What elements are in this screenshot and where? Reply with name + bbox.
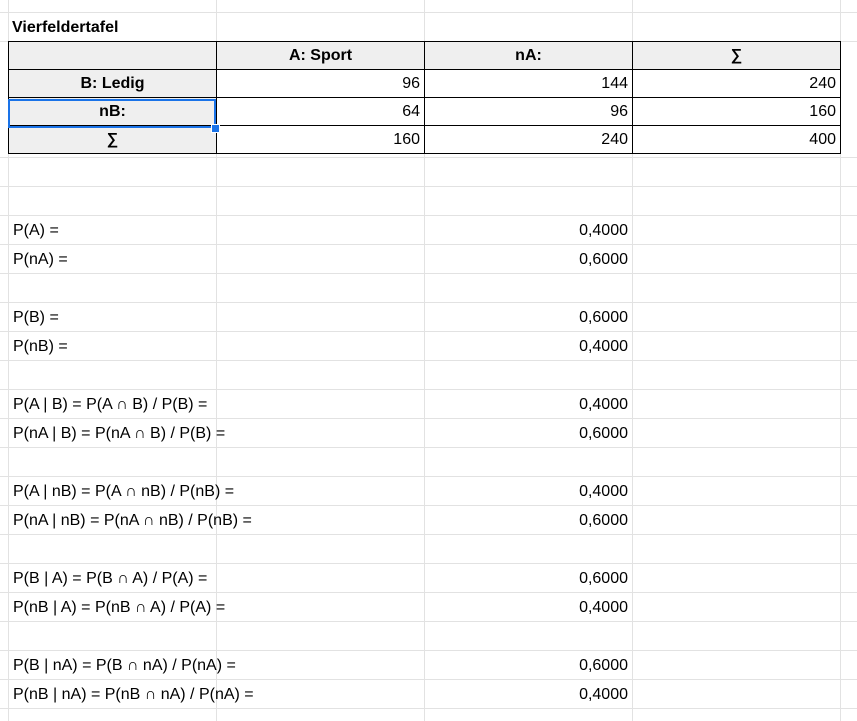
gridline xyxy=(0,157,857,158)
row-header-b-ledig[interactable]: B: Ledig xyxy=(8,69,217,98)
prob-label-p-a[interactable]: P(A) = xyxy=(13,222,59,240)
gridline xyxy=(0,186,857,187)
gridline xyxy=(0,360,857,361)
gridline xyxy=(0,621,857,622)
row-header-nb[interactable]: nB: xyxy=(8,97,217,126)
prob-label-p-b-given-na[interactable]: P(B | nA) = P(B ∩ nA) / P(nA) = xyxy=(13,657,236,675)
gridline xyxy=(0,563,857,564)
gridline xyxy=(0,302,857,303)
gridline xyxy=(0,447,857,448)
prob-label-p-na[interactable]: P(nA) = xyxy=(13,251,68,269)
col-header-sum[interactable]: ∑ xyxy=(632,41,841,70)
table-cell[interactable]: 64 xyxy=(216,97,425,126)
gridline xyxy=(0,679,857,680)
gridline xyxy=(0,534,857,535)
prob-label-p-a-given-nb[interactable]: P(A | nB) = P(A ∩ nB) / P(nB) = xyxy=(13,483,234,501)
prob-label-p-b[interactable]: P(B) = xyxy=(13,309,59,327)
prob-label-p-nb-given-a[interactable]: P(nB | A) = P(nB ∩ A) / P(A) = xyxy=(13,599,225,617)
table-cell[interactable]: 240 xyxy=(632,69,841,98)
prob-label-p-na-given-nb[interactable]: P(nA | nB) = P(nA ∩ nB) / P(nB) = xyxy=(13,512,252,530)
row-header-sum[interactable]: ∑ xyxy=(8,125,217,154)
gridline xyxy=(0,244,857,245)
prob-value-p-na-given-nb[interactable]: 0,6000 xyxy=(579,512,628,530)
prob-label-p-a-given-b[interactable]: P(A | B) = P(A ∩ B) / P(B) = xyxy=(13,396,207,414)
gridline xyxy=(0,708,857,709)
gridline xyxy=(0,418,857,419)
table-row: nB: 64 96 160 xyxy=(8,97,841,126)
col-header-a-sport[interactable]: A: Sport xyxy=(216,41,425,70)
table-header-row: A: Sport nA: ∑ xyxy=(8,41,841,70)
gridline xyxy=(0,273,857,274)
prob-value-p-a[interactable]: 0,4000 xyxy=(579,222,628,240)
prob-value-p-a-given-b[interactable]: 0,4000 xyxy=(579,396,628,414)
prob-value-p-nb-given-na[interactable]: 0,4000 xyxy=(579,686,628,704)
prob-value-p-na-given-b[interactable]: 0,6000 xyxy=(579,425,628,443)
gridline xyxy=(0,215,857,216)
gridline xyxy=(0,650,857,651)
table-cell[interactable]: 240 xyxy=(424,125,633,154)
gridline xyxy=(0,505,857,506)
prob-value-p-nb[interactable]: 0,4000 xyxy=(579,338,628,356)
prob-label-p-nb-given-na[interactable]: P(nB | nA) = P(nB ∩ nA) / P(nA) = xyxy=(13,686,254,704)
col-header-na[interactable]: nA: xyxy=(424,41,633,70)
prob-value-p-b[interactable]: 0,6000 xyxy=(579,309,628,327)
table-cell[interactable]: 96 xyxy=(424,97,633,126)
table-cell[interactable]: 400 xyxy=(632,125,841,154)
table-row: ∑ 160 240 400 xyxy=(8,125,841,154)
sheet-title-cell[interactable]: Vierfeldertafel xyxy=(12,19,118,37)
gridline xyxy=(0,12,857,13)
table-row: B: Ledig 96 144 240 xyxy=(8,69,841,98)
gridline xyxy=(0,476,857,477)
table-cell[interactable]: 144 xyxy=(424,69,633,98)
prob-label-p-na-given-b[interactable]: P(nA | B) = P(nA ∩ B) / P(B) = xyxy=(13,425,225,443)
prob-value-p-a-given-nb[interactable]: 0,4000 xyxy=(579,483,628,501)
fill-handle[interactable] xyxy=(211,124,220,133)
contingency-table: A: Sport nA: ∑ B: Ledig 96 144 240 nB: 6… xyxy=(8,41,841,154)
prob-label-p-nb[interactable]: P(nB) = xyxy=(13,338,68,356)
gridline xyxy=(0,592,857,593)
prob-value-p-nb-given-a[interactable]: 0,4000 xyxy=(579,599,628,617)
gridline xyxy=(0,389,857,390)
table-cell[interactable]: 160 xyxy=(632,97,841,126)
prob-label-p-b-given-a[interactable]: P(B | A) = P(B ∩ A) / P(A) = xyxy=(13,570,207,588)
spreadsheet-grid[interactable]: Vierfeldertafel A: Sport nA: ∑ B: Ledig … xyxy=(0,0,857,721)
table-cell[interactable]: 160 xyxy=(216,125,425,154)
gridline xyxy=(0,331,857,332)
prob-value-p-na[interactable]: 0,6000 xyxy=(579,251,628,269)
prob-value-p-b-given-a[interactable]: 0,6000 xyxy=(579,570,628,588)
prob-value-p-b-given-na[interactable]: 0,6000 xyxy=(579,657,628,675)
table-corner-cell[interactable] xyxy=(8,41,217,70)
table-cell[interactable]: 96 xyxy=(216,69,425,98)
